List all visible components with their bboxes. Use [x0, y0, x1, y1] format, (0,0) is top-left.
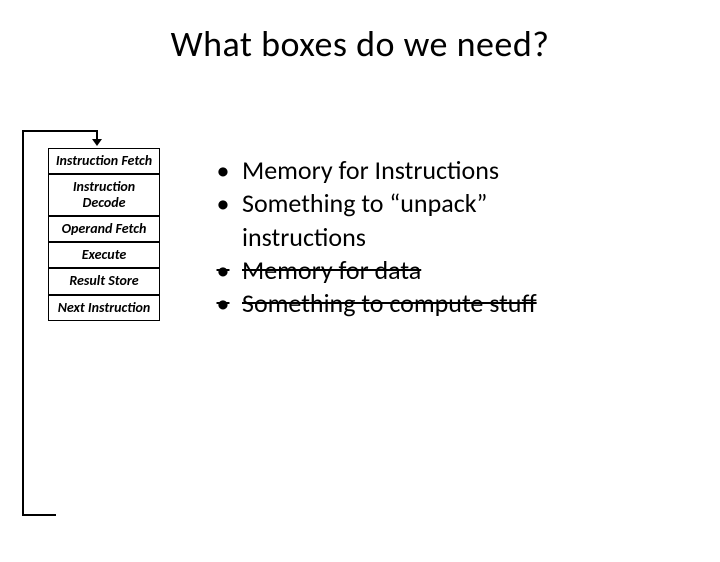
stage-label: Operand Fetch — [62, 220, 147, 237]
bullet-item: • Something to compute stuff — [214, 287, 537, 320]
stage-result-store: Result Store — [48, 268, 160, 294]
slide-title: What boxes do we need? — [0, 22, 720, 66]
bullet-dot-icon: • — [214, 187, 232, 220]
stage-label: Next Instruction — [58, 299, 151, 316]
stage-execute: Execute — [48, 242, 160, 268]
stage-operand-fetch: Operand Fetch — [48, 216, 160, 242]
stage-label: Result Store — [69, 272, 138, 289]
bullet-text: instructions — [242, 221, 366, 254]
bullet-dot-icon: • — [214, 154, 232, 187]
bullet-text: Something to “unpack” — [242, 187, 487, 220]
bullet-dot-icon: • — [214, 287, 232, 320]
loop-line-top — [22, 130, 98, 132]
bullet-item: • Memory for data — [214, 254, 537, 287]
bullet-text-struck: Memory for data — [242, 254, 421, 287]
loop-line-bottom — [22, 514, 56, 516]
loop-arrowhead — [96, 130, 98, 140]
bullet-item: • Memory for Instructions — [214, 154, 537, 187]
stage-instruction-fetch: Instruction Fetch — [48, 148, 160, 174]
stage-instruction-decode: Instruction Decode — [48, 174, 160, 216]
stage-next-instruction: Next Instruction — [48, 295, 160, 321]
pipeline-flow: Instruction Fetch Instruction Decode Ope… — [44, 148, 164, 321]
bullet-item: • Something to “unpack” — [214, 187, 537, 220]
loop-line-vertical — [22, 130, 24, 516]
stage-label: Execute — [82, 246, 127, 263]
stage-label: Instruction Decode — [73, 178, 135, 211]
bullet-item-continuation: instructions — [214, 221, 537, 254]
bullet-text-struck: Something to compute stuff — [242, 287, 537, 320]
stage-label: Instruction Fetch — [56, 152, 152, 169]
bullet-text: Memory for Instructions — [242, 154, 499, 187]
bullet-list: • Memory for Instructions • Something to… — [214, 154, 537, 320]
bullet-dot-icon: • — [214, 254, 232, 287]
